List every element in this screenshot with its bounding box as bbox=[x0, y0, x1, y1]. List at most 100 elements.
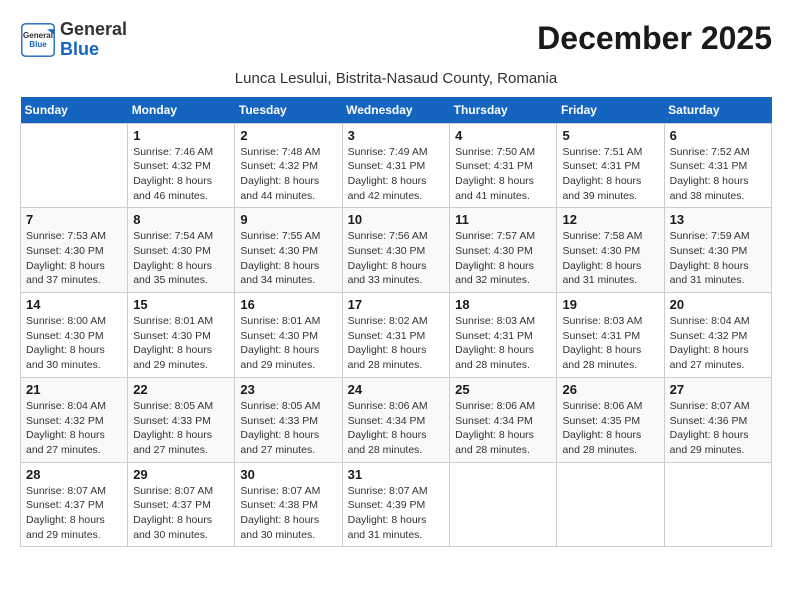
calendar-cell: 6 Sunrise: 7:52 AM Sunset: 4:31 PM Daylig… bbox=[664, 123, 771, 208]
weekday-header: Sunday bbox=[21, 97, 128, 124]
day-info: Sunrise: 8:07 AM Sunset: 4:39 PM Dayligh… bbox=[348, 484, 445, 543]
day-info: Sunrise: 7:50 AM Sunset: 4:31 PM Dayligh… bbox=[455, 145, 551, 204]
calendar-cell: 13 Sunrise: 7:59 AM Sunset: 4:30 PM Dayli… bbox=[664, 208, 771, 293]
day-number: 12 bbox=[562, 212, 658, 227]
weekday-header: Thursday bbox=[450, 97, 557, 124]
day-number: 29 bbox=[133, 467, 229, 482]
calendar-cell: 19 Sunrise: 8:03 AM Sunset: 4:31 PM Dayli… bbox=[557, 293, 664, 378]
day-number: 28 bbox=[26, 467, 122, 482]
day-info: Sunrise: 7:54 AM Sunset: 4:30 PM Dayligh… bbox=[133, 229, 229, 288]
logo: General Blue General Blue bbox=[20, 20, 127, 60]
calendar-cell: 31 Sunrise: 8:07 AM Sunset: 4:39 PM Dayli… bbox=[342, 462, 450, 547]
day-number: 1 bbox=[133, 128, 229, 143]
day-info: Sunrise: 8:06 AM Sunset: 4:34 PM Dayligh… bbox=[455, 399, 551, 458]
day-info: Sunrise: 8:01 AM Sunset: 4:30 PM Dayligh… bbox=[240, 314, 336, 373]
day-number: 18 bbox=[455, 297, 551, 312]
calendar-cell: 23 Sunrise: 8:05 AM Sunset: 4:33 PM Dayli… bbox=[235, 377, 342, 462]
calendar-cell: 16Sunrise: 8:01 AM Sunset: 4:30 PM Dayli… bbox=[235, 293, 342, 378]
calendar-cell: 15 Sunrise: 8:01 AM Sunset: 4:30 PM Dayli… bbox=[128, 293, 235, 378]
day-number: 14 bbox=[26, 297, 122, 312]
day-info: Sunrise: 7:53 AM Sunset: 4:30 PM Dayligh… bbox=[26, 229, 122, 288]
day-number: 13 bbox=[670, 212, 766, 227]
calendar-week-row: 21 Sunrise: 8:04 AM Sunset: 4:32 PM Dayli… bbox=[21, 377, 772, 462]
calendar-cell: 10Sunrise: 7:56 AM Sunset: 4:30 PM Dayli… bbox=[342, 208, 450, 293]
day-number: 5 bbox=[562, 128, 658, 143]
day-number: 23 bbox=[240, 382, 336, 397]
calendar-cell: 11 Sunrise: 7:57 AM Sunset: 4:30 PM Dayli… bbox=[450, 208, 557, 293]
calendar-cell: 18 Sunrise: 8:03 AM Sunset: 4:31 PM Dayli… bbox=[450, 293, 557, 378]
day-number: 20 bbox=[670, 297, 766, 312]
day-info: Sunrise: 8:05 AM Sunset: 4:33 PM Dayligh… bbox=[133, 399, 229, 458]
calendar-cell: 5 Sunrise: 7:51 AM Sunset: 4:31 PM Daylig… bbox=[557, 123, 664, 208]
title-section: December 2025 bbox=[537, 20, 772, 57]
calendar-week-row: 28 Sunrise: 8:07 AM Sunset: 4:37 PM Dayli… bbox=[21, 462, 772, 547]
svg-text:General: General bbox=[23, 31, 53, 40]
calendar-cell: 26 Sunrise: 8:06 AM Sunset: 4:35 PM Dayli… bbox=[557, 377, 664, 462]
day-number: 6 bbox=[670, 128, 766, 143]
calendar-week-row: 1 Sunrise: 7:46 AM Sunset: 4:32 PM Daylig… bbox=[21, 123, 772, 208]
calendar-cell: 30 Sunrise: 8:07 AM Sunset: 4:38 PM Dayli… bbox=[235, 462, 342, 547]
day-number: 26 bbox=[562, 382, 658, 397]
logo-blue-text: Blue bbox=[60, 40, 127, 60]
day-number: 21 bbox=[26, 382, 122, 397]
day-number: 24 bbox=[348, 382, 445, 397]
calendar-cell: 14 Sunrise: 8:00 AM Sunset: 4:30 PM Dayli… bbox=[21, 293, 128, 378]
calendar-cell: 17Sunrise: 8:02 AM Sunset: 4:31 PM Dayli… bbox=[342, 293, 450, 378]
day-number: 2 bbox=[240, 128, 336, 143]
day-number: 11 bbox=[455, 212, 551, 227]
day-info: Sunrise: 8:00 AM Sunset: 4:30 PM Dayligh… bbox=[26, 314, 122, 373]
day-info: Sunrise: 8:01 AM Sunset: 4:30 PM Dayligh… bbox=[133, 314, 229, 373]
day-info: Sunrise: 8:03 AM Sunset: 4:31 PM Dayligh… bbox=[455, 314, 551, 373]
calendar-cell bbox=[450, 462, 557, 547]
day-number: 7 bbox=[26, 212, 122, 227]
calendar-cell: 25Sunrise: 8:06 AM Sunset: 4:34 PM Dayli… bbox=[450, 377, 557, 462]
day-info: Sunrise: 8:03 AM Sunset: 4:31 PM Dayligh… bbox=[562, 314, 658, 373]
calendar-cell: 27Sunrise: 8:07 AM Sunset: 4:36 PM Dayli… bbox=[664, 377, 771, 462]
day-number: 30 bbox=[240, 467, 336, 482]
weekday-header: Wednesday bbox=[342, 97, 450, 124]
weekday-header: Saturday bbox=[664, 97, 771, 124]
day-info: Sunrise: 8:06 AM Sunset: 4:34 PM Dayligh… bbox=[348, 399, 445, 458]
day-number: 17 bbox=[348, 297, 445, 312]
day-info: Sunrise: 7:51 AM Sunset: 4:31 PM Dayligh… bbox=[562, 145, 658, 204]
day-info: Sunrise: 8:04 AM Sunset: 4:32 PM Dayligh… bbox=[670, 314, 766, 373]
calendar-cell: 29 Sunrise: 8:07 AM Sunset: 4:37 PM Dayli… bbox=[128, 462, 235, 547]
day-info: Sunrise: 7:49 AM Sunset: 4:31 PM Dayligh… bbox=[348, 145, 445, 204]
logo-icon: General Blue bbox=[20, 22, 56, 58]
location-title: Lunca Lesului, Bistrita-Nasaud County, R… bbox=[20, 70, 772, 87]
day-info: Sunrise: 7:59 AM Sunset: 4:30 PM Dayligh… bbox=[670, 229, 766, 288]
day-info: Sunrise: 8:04 AM Sunset: 4:32 PM Dayligh… bbox=[26, 399, 122, 458]
calendar-week-row: 7 Sunrise: 7:53 AM Sunset: 4:30 PM Daylig… bbox=[21, 208, 772, 293]
calendar-cell: 9Sunrise: 7:55 AM Sunset: 4:30 PM Daylig… bbox=[235, 208, 342, 293]
day-number: 4 bbox=[455, 128, 551, 143]
day-info: Sunrise: 7:55 AM Sunset: 4:30 PM Dayligh… bbox=[240, 229, 336, 288]
day-info: Sunrise: 8:07 AM Sunset: 4:37 PM Dayligh… bbox=[133, 484, 229, 543]
day-info: Sunrise: 7:46 AM Sunset: 4:32 PM Dayligh… bbox=[133, 145, 229, 204]
day-number: 10 bbox=[348, 212, 445, 227]
day-number: 15 bbox=[133, 297, 229, 312]
day-info: Sunrise: 8:07 AM Sunset: 4:38 PM Dayligh… bbox=[240, 484, 336, 543]
day-number: 27 bbox=[670, 382, 766, 397]
calendar-header-row: SundayMondayTuesdayWednesdayThursdayFrid… bbox=[21, 97, 772, 124]
month-title: December 2025 bbox=[537, 20, 772, 57]
calendar-cell bbox=[557, 462, 664, 547]
calendar-cell: 8Sunrise: 7:54 AM Sunset: 4:30 PM Daylig… bbox=[128, 208, 235, 293]
day-info: Sunrise: 8:06 AM Sunset: 4:35 PM Dayligh… bbox=[562, 399, 658, 458]
day-info: Sunrise: 7:52 AM Sunset: 4:31 PM Dayligh… bbox=[670, 145, 766, 204]
day-number: 19 bbox=[562, 297, 658, 312]
day-info: Sunrise: 8:05 AM Sunset: 4:33 PM Dayligh… bbox=[240, 399, 336, 458]
day-number: 22 bbox=[133, 382, 229, 397]
day-info: Sunrise: 7:48 AM Sunset: 4:32 PM Dayligh… bbox=[240, 145, 336, 204]
day-info: Sunrise: 7:58 AM Sunset: 4:30 PM Dayligh… bbox=[562, 229, 658, 288]
day-number: 3 bbox=[348, 128, 445, 143]
calendar-cell: 4 Sunrise: 7:50 AM Sunset: 4:31 PM Daylig… bbox=[450, 123, 557, 208]
calendar-cell bbox=[664, 462, 771, 547]
calendar-week-row: 14 Sunrise: 8:00 AM Sunset: 4:30 PM Dayli… bbox=[21, 293, 772, 378]
day-info: Sunrise: 7:57 AM Sunset: 4:30 PM Dayligh… bbox=[455, 229, 551, 288]
day-number: 31 bbox=[348, 467, 445, 482]
day-info: Sunrise: 8:07 AM Sunset: 4:37 PM Dayligh… bbox=[26, 484, 122, 543]
calendar-cell: 1 Sunrise: 7:46 AM Sunset: 4:32 PM Daylig… bbox=[128, 123, 235, 208]
calendar-table: SundayMondayTuesdayWednesdayThursdayFrid… bbox=[20, 97, 772, 548]
weekday-header: Monday bbox=[128, 97, 235, 124]
calendar-cell: 22 Sunrise: 8:05 AM Sunset: 4:33 PM Dayli… bbox=[128, 377, 235, 462]
